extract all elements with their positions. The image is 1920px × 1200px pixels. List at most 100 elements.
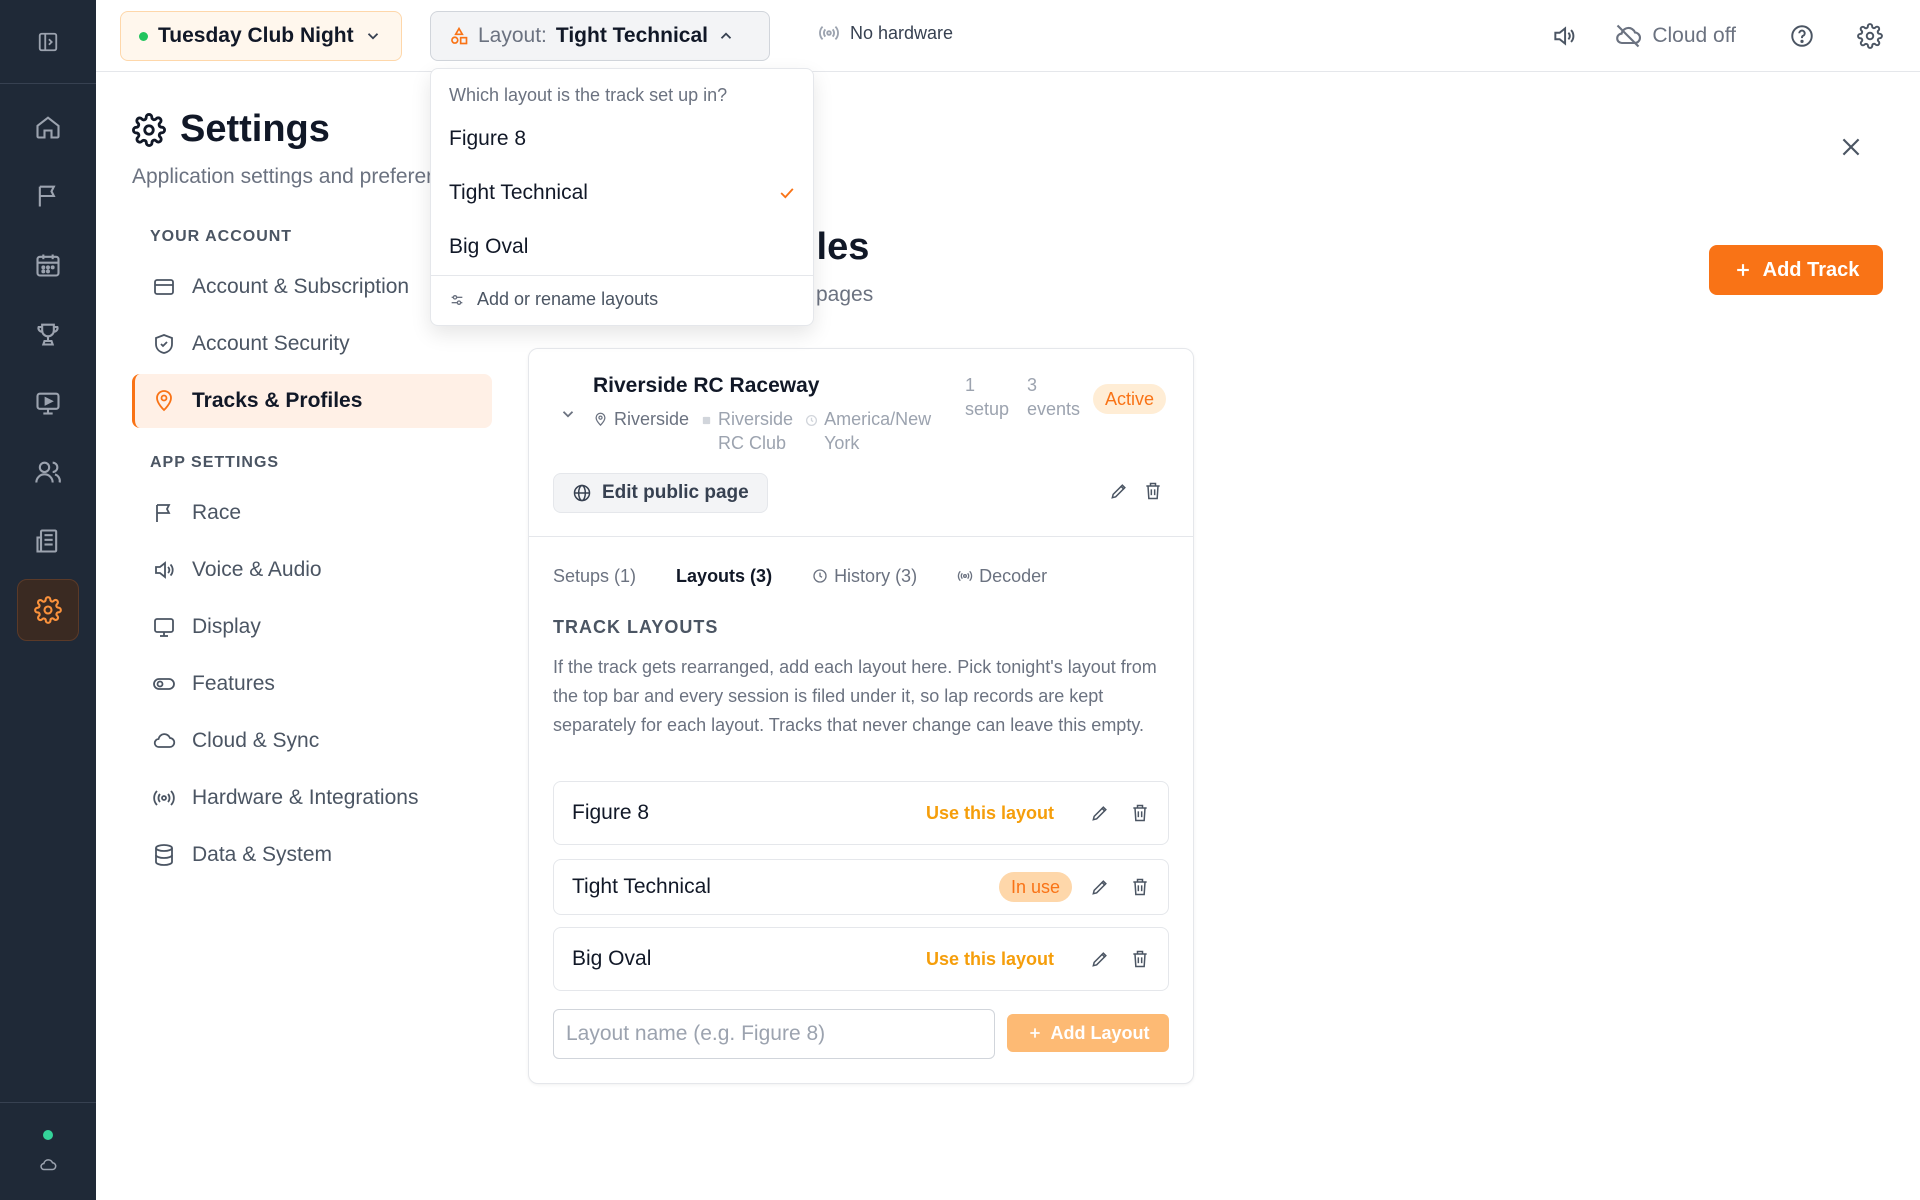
- connection-status-dot: [43, 1129, 53, 1140]
- settings-nav: YOUR ACCOUNT Account & Subscription Acco…: [132, 228, 492, 885]
- setups-count-number: 1: [965, 375, 976, 395]
- nav-item-voice-audio[interactable]: Voice & Audio: [132, 543, 492, 597]
- layout-row-actions: [1090, 803, 1150, 823]
- pencil-icon[interactable]: [1090, 949, 1110, 969]
- tab-history[interactable]: History (3): [812, 561, 917, 591]
- layout-row: Big Oval Use this layout: [553, 927, 1169, 991]
- cloud-status-label: Cloud off: [1652, 24, 1736, 47]
- toggle-icon: [152, 672, 176, 696]
- rail-home-button[interactable]: [17, 96, 79, 158]
- layouts-description: If the track gets rearranged, add each l…: [553, 657, 1157, 735]
- track-card-header: Riverside RC Raceway Riverside Riverside…: [529, 349, 1193, 537]
- hardware-status[interactable]: No hardware: [818, 22, 953, 44]
- nav-item-label: Race: [192, 501, 242, 524]
- help-button[interactable]: [1782, 16, 1822, 56]
- app-rail: [0, 0, 96, 1200]
- cloud-icon: [40, 1158, 57, 1170]
- tab-layouts[interactable]: Layouts (3): [676, 561, 772, 591]
- layout-selector[interactable]: Layout: Tight Technical: [430, 11, 770, 61]
- close-settings-button[interactable]: [1838, 134, 1864, 160]
- nav-item-label: Hardware & Integrations: [192, 786, 419, 809]
- rail-trophy-button[interactable]: [17, 303, 79, 365]
- trash-icon[interactable]: [1130, 949, 1150, 969]
- pencil-icon[interactable]: [1090, 803, 1110, 823]
- audio-button[interactable]: [1544, 16, 1584, 56]
- track-tabs: Setups (1) Layouts (3) History (3) Decod…: [553, 561, 1047, 591]
- clock-icon: [813, 569, 827, 583]
- dropdown-option-label: Big Oval: [449, 235, 529, 258]
- track-location: Riverside: [593, 407, 689, 455]
- trash-icon[interactable]: [1130, 877, 1150, 897]
- clock-icon: [806, 414, 818, 427]
- track-tz-line2: York: [824, 433, 860, 453]
- top-bar: Tuesday Club Night Layout: Tight Technic…: [96, 0, 1920, 72]
- dropdown-option[interactable]: Big Oval: [449, 235, 797, 259]
- tab-decoder[interactable]: Decoder: [957, 561, 1047, 591]
- in-use-badge: In use: [998, 872, 1072, 902]
- add-track-button[interactable]: Add Track: [1709, 245, 1883, 295]
- tab-setups[interactable]: Setups (1): [553, 561, 636, 591]
- rail-settings-button[interactable]: [17, 579, 79, 641]
- settings-subtitle: Application settings and preferences: [132, 165, 430, 188]
- close-icon: [1842, 138, 1860, 156]
- track-actions: [1109, 481, 1163, 501]
- shield-icon: [152, 332, 176, 356]
- rail-display-button[interactable]: [17, 372, 79, 434]
- trash-icon[interactable]: [1130, 803, 1150, 823]
- use-layout-button[interactable]: Use this layout: [926, 803, 1054, 824]
- nav-item-display[interactable]: Display: [132, 600, 492, 654]
- tab-history-label: History (3): [834, 565, 918, 586]
- rail-calendar-button[interactable]: [17, 234, 79, 296]
- toggle-sidebar-button[interactable]: [28, 22, 68, 62]
- track-card: Riverside RC Raceway Riverside Riverside…: [528, 348, 1194, 1084]
- check-icon: [780, 188, 794, 199]
- gear-icon: [132, 112, 166, 147]
- rail-race-button[interactable]: [17, 165, 79, 227]
- dropdown-option-selected[interactable]: Tight Technical: [449, 181, 797, 205]
- top-settings-button[interactable]: [1850, 16, 1890, 56]
- collapse-track-button[interactable]: [559, 405, 577, 423]
- dropdown-option-label: Figure 8: [449, 127, 527, 150]
- dropdown-option[interactable]: Figure 8: [449, 127, 797, 151]
- add-rename-layouts-button[interactable]: Add or rename layouts: [449, 289, 658, 310]
- add-rename-layouts-label: Add or rename layouts: [477, 289, 659, 309]
- monitor-icon: [152, 615, 176, 639]
- settings-title: Settings: [132, 108, 430, 151]
- presentation-icon: [36, 392, 60, 415]
- nav-item-race[interactable]: Race: [132, 486, 492, 540]
- layout-row-actions: [1090, 949, 1150, 969]
- session-selector[interactable]: Tuesday Club Night: [120, 11, 402, 61]
- nav-item-label: Account Security: [192, 332, 350, 355]
- rail-drivers-button[interactable]: [17, 441, 79, 503]
- use-layout-button[interactable]: Use this layout: [926, 949, 1054, 970]
- settings-header: Settings Application settings and prefer…: [132, 108, 430, 189]
- session-name: Tuesday Club Night: [158, 24, 354, 47]
- rail-reports-button[interactable]: [17, 510, 79, 572]
- speaker-icon: [1554, 26, 1575, 46]
- nav-item-data-system[interactable]: Data & System: [132, 828, 492, 882]
- rail-nav: [0, 84, 96, 641]
- tracks-heading: iles: [806, 226, 870, 268]
- status-badge: Active: [1093, 384, 1167, 414]
- nav-item-hardware-integrations[interactable]: Hardware & Integrations: [132, 771, 492, 825]
- users-icon: [35, 461, 61, 483]
- pencil-icon[interactable]: [1109, 481, 1129, 501]
- nav-item-features[interactable]: Features: [132, 657, 492, 711]
- trash-icon[interactable]: [1143, 481, 1163, 501]
- nav-item-tracks-profiles[interactable]: Tracks & Profiles: [132, 374, 492, 428]
- setups-count-word: setup: [965, 399, 1010, 419]
- layout-name: Figure 8: [572, 801, 650, 824]
- dropdown-divider: [431, 275, 813, 276]
- plus-icon: [1029, 1028, 1040, 1038]
- rail-header: [0, 0, 96, 84]
- map-pin-icon: [152, 389, 176, 413]
- cloud-status-button[interactable]: Cloud off: [1614, 22, 1736, 50]
- nav-item-cloud-sync[interactable]: Cloud & Sync: [132, 714, 492, 768]
- edit-public-page-button[interactable]: Edit public page: [553, 473, 768, 513]
- add-layout-button[interactable]: Add Layout: [1007, 1014, 1169, 1052]
- track-timezone: America/New York: [805, 407, 931, 455]
- chevron-down-icon: [367, 33, 378, 40]
- pencil-icon[interactable]: [1090, 877, 1110, 897]
- settings-title-text: Settings: [180, 108, 330, 150]
- layout-name-input[interactable]: [553, 1009, 995, 1059]
